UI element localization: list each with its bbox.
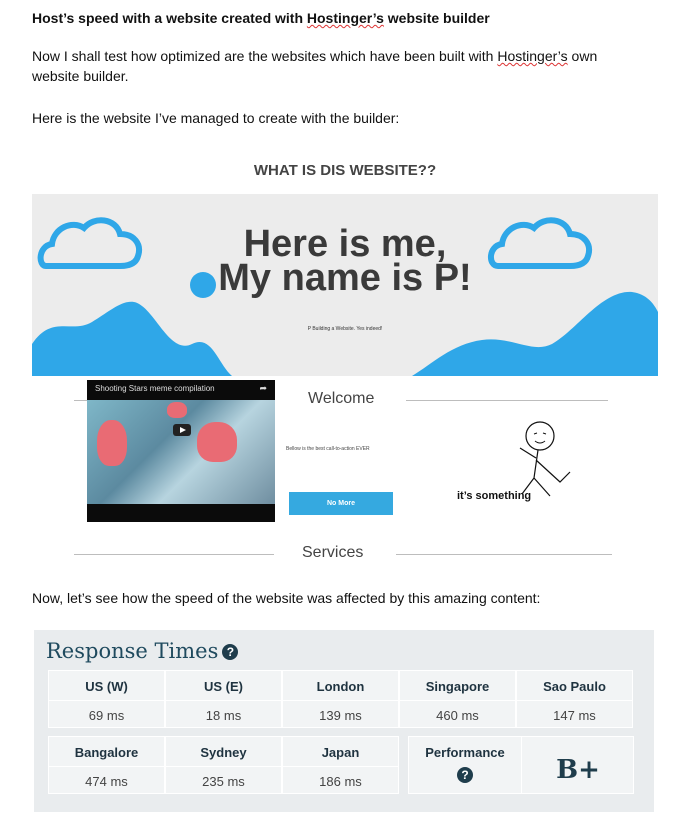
- response-time: 139 ms: [319, 708, 362, 723]
- location-label: Sydney: [200, 745, 247, 760]
- question-circle-icon[interactable]: ?: [222, 644, 239, 660]
- response-time: 460 ms: [436, 708, 479, 723]
- response-time: 147 ms: [553, 708, 596, 723]
- location-label: US (E): [204, 679, 243, 694]
- grade-area: B+: [522, 737, 634, 793]
- divider: [74, 400, 88, 401]
- performance-label-area: Performance ?: [409, 737, 521, 793]
- response-times-title: Response Times?: [46, 639, 239, 663]
- services-heading: Services: [302, 544, 364, 561]
- cell-divider: [166, 700, 281, 701]
- divider: [396, 554, 612, 555]
- location-cell-sydney: Sydney 235 ms: [165, 736, 282, 794]
- intro-paragraph: Now I shall test how optimized are the w…: [32, 46, 642, 86]
- hero-waves: [32, 301, 232, 376]
- video-thumbnail: [87, 400, 275, 504]
- performance-label: Performance: [425, 745, 505, 760]
- location-label: Singapore: [425, 679, 490, 694]
- divider: [406, 400, 608, 401]
- divider: [74, 554, 274, 555]
- intro-brand: Hostinger’s: [497, 48, 568, 64]
- cta-text: Bellow is the best call-to-action EVER: [286, 446, 370, 452]
- no-more-button[interactable]: No More: [289, 492, 393, 515]
- location-label: US (W): [85, 679, 128, 694]
- location-label: Sao Paulo: [543, 679, 606, 694]
- share-icon[interactable]: ➦: [259, 383, 267, 394]
- article-heading: Host’s speed with a website created with…: [32, 10, 490, 26]
- location-cell-us-w: US (W) 69 ms: [48, 670, 165, 728]
- cell-divider: [517, 700, 632, 701]
- hero-subtitle: P Building a Website. Yes indeed!: [307, 326, 383, 332]
- response-time: 18 ms: [205, 708, 242, 723]
- cell-divider: [49, 766, 164, 767]
- performance-grade: B+: [556, 755, 600, 785]
- cell-divider: [283, 700, 398, 701]
- response-times-panel: Response Times? US (W) 69 ms US (E) 18 m…: [34, 630, 654, 812]
- location-cell-sao-paulo: Sao Paulo 147 ms: [516, 670, 633, 728]
- location-cell-singapore: Singapore 460 ms: [399, 670, 516, 728]
- location-label: London: [316, 679, 365, 694]
- location-cell-japan: Japan 186 ms: [282, 736, 399, 794]
- response-time: 474 ms: [85, 774, 128, 789]
- location-label: Japan: [321, 745, 360, 760]
- welcome-heading: Welcome: [308, 390, 375, 407]
- video-embed[interactable]: Shooting Stars meme compilation ➦: [87, 380, 275, 522]
- performance-cell: Performance ? B+: [408, 736, 634, 794]
- intro-text: Now I shall test how optimized are the w…: [32, 48, 498, 64]
- heading-prefix: Host’s speed with a website created with: [32, 10, 307, 26]
- heading-suffix: website builder: [383, 10, 490, 26]
- website-screenshot: WHAT IS DIS WEBSITE?? Here is me, My nam…: [32, 150, 658, 570]
- video-title: Shooting Stars meme compilation: [95, 384, 215, 393]
- star-character: [167, 402, 187, 418]
- response-time: 186 ms: [319, 774, 362, 789]
- response-time: 235 ms: [202, 774, 245, 789]
- meme-caption: it’s something: [457, 490, 532, 502]
- heading-brand: Hostinger’s: [306, 10, 384, 26]
- cell-divider: [283, 766, 398, 767]
- location-cell-us-e: US (E) 18 ms: [165, 670, 282, 728]
- hero-banner: Here is me, My name is P! P Building a W…: [32, 194, 658, 376]
- star-character: [97, 420, 127, 466]
- response-times-title-text: Response Times: [46, 639, 219, 663]
- cell-divider: [400, 700, 515, 701]
- question-circle-icon[interactable]: ?: [457, 767, 473, 783]
- location-cell-bangalore: Bangalore 474 ms: [48, 736, 165, 794]
- star-character: [197, 422, 237, 462]
- cell-divider: [166, 766, 281, 767]
- site-title: WHAT IS DIS WEBSITE??: [253, 162, 437, 179]
- location-label: Bangalore: [74, 745, 139, 760]
- response-time: 69 ms: [88, 708, 125, 723]
- speed-paragraph: Now, let’s see how the speed of the webs…: [32, 590, 541, 606]
- builder-paragraph: Here is the website I’ve managed to crea…: [32, 110, 400, 126]
- cell-divider: [49, 700, 164, 701]
- play-button[interactable]: [173, 424, 191, 436]
- location-cell-london: London 139 ms: [282, 670, 399, 728]
- hero-line-2: My name is P!: [218, 257, 472, 299]
